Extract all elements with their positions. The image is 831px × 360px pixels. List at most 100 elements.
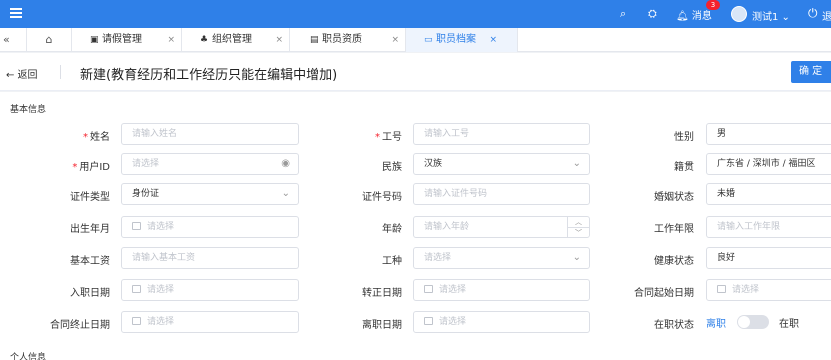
contract-start-picker[interactable]: 请选择 [706,279,831,301]
health-label: 健康状态 [654,256,694,267]
base-salary-input[interactable]: 请输入基本工资 [121,247,299,269]
age-stepper[interactable]: ︿ ﹀ [567,217,589,237]
leave-date-placeholder: 请选择 [439,317,467,327]
exit-label[interactable]: 退 [822,8,831,23]
name-label: * 姓名 [83,132,110,143]
page-header: ← 返回 新建(教育经历和工作经历只能在编辑中增加) 确 定 [0,53,831,91]
marital-label: 婚姻状态 [654,192,694,203]
regular-date-placeholder: 请选择 [439,285,467,295]
user-id-label: * 用户ID [72,162,110,173]
contract-start-label: 合同起始日期 [634,288,694,299]
work-years-input[interactable]: 请输入工作年限 [706,216,831,238]
form-panel: 基本信息 * 姓名 请输入姓名 * 工号 请输入工号 性别 男 * 用户ID 请选择 ◉… [0,92,831,360]
increment-icon[interactable]: ︿ [568,217,589,227]
name-input[interactable]: 请输入姓名 [121,123,299,145]
job-type-placeholder: 请选择 [424,253,452,263]
divider [60,65,61,79]
regular-date-picker[interactable]: 请选择 [413,279,590,301]
gender-select[interactable]: 男 [706,123,831,145]
birth-month-label: 出生年月 [70,224,110,235]
native-place-cascader[interactable]: 广东省 / 深圳市 / 福田区 [706,153,831,175]
tab-icon: ▭ [424,35,433,45]
back-button[interactable]: ← 返回 [6,66,38,81]
native-place-label: 籍贯 [674,162,694,173]
marital-select[interactable]: 未婚 [706,183,831,205]
id-no-label: 证件号码 [362,192,402,203]
toggle-knob [738,316,750,328]
user-name: 测试1 [752,12,779,23]
section-title-personal: 个人信息 [10,353,47,360]
gender-label: 性别 [674,132,694,143]
confirm-button[interactable]: 确 定 [791,61,831,83]
user-id-placeholder: 请选择 [132,159,160,169]
status-label: 在职状态 [654,320,694,331]
close-icon[interactable]: × [167,28,175,52]
calendar-icon [717,285,726,293]
status-off-label[interactable]: 离职 [706,315,726,330]
ethnicity-label: 民族 [382,162,402,173]
theme-icon[interactable]: ⛭ [648,7,657,21]
tab-icon: ♣ [200,35,209,45]
chevron-down-icon: ⌄ [572,158,581,169]
entry-date-picker[interactable]: 请选择 [121,279,299,301]
birth-month-placeholder: 请选择 [147,222,175,232]
id-type-select[interactable]: 身份证 ⌄ [121,183,299,205]
regular-date-label: 转正日期 [362,288,402,299]
employment-status-toggle[interactable] [737,315,769,329]
message-count-badge: 3 [706,0,720,10]
calendar-icon [132,222,141,230]
eye-icon[interactable]: ◉ [281,154,290,174]
tab-staff-qualification[interactable]: ▤ 职员资质 × [290,28,406,52]
close-icon[interactable]: × [391,28,399,52]
age-label: 年龄 [382,224,402,235]
leave-date-label: 离职日期 [362,320,402,331]
id-type-value: 身份证 [132,189,160,199]
chevron-down-icon: ⌄ [281,188,290,199]
message-button[interactable]: 🔔︎ 消息 [676,7,712,22]
job-no-input[interactable]: 请输入工号 [413,123,590,145]
calendar-icon [132,317,141,325]
user-id-input[interactable]: 请选择 ◉ [121,153,299,175]
page-title: 新建(教育经历和工作经历只能在编辑中增加) [80,68,338,83]
calendar-icon [424,285,433,293]
tab-leave-management[interactable]: ▣ 请假管理 × [72,28,182,52]
decrement-icon[interactable]: ﹀ [568,227,589,237]
home-icon[interactable]: ⌂ [26,28,72,52]
menu-icon[interactable] [10,8,22,19]
job-no-label: * 工号 [375,132,402,143]
contract-end-picker[interactable]: 请选择 [121,311,299,333]
tab-bar: « ⌂ ▣ 请假管理 × ♣ 组织管理 × ▤ 职员资质 × ▭ 职员档案 × [0,28,831,52]
job-type-select[interactable]: 请选择 ⌄ [413,247,590,269]
user-menu[interactable]: 测试1 ⌄ [752,8,790,23]
birth-month-picker[interactable]: 请选择 [121,216,299,238]
calendar-icon [132,285,141,293]
calendar-icon [424,317,433,325]
contract-end-placeholder: 请选择 [147,317,175,327]
age-input[interactable]: 请输入年龄 ︿ ﹀ [413,216,590,238]
close-icon[interactable]: × [489,28,497,52]
contract-end-label: 合同终止日期 [50,320,110,331]
id-no-input[interactable]: 请输入证件号码 [413,183,590,205]
avatar[interactable] [731,6,747,22]
base-salary-label: 基本工资 [70,256,110,267]
tab-icon: ▣ [90,35,99,45]
leave-date-picker[interactable]: 请选择 [413,311,590,333]
section-title-basic: 基本信息 [10,105,47,115]
search-icon[interactable]: ⌕ [620,7,626,21]
ethnicity-select[interactable]: 汉族 ⌄ [413,153,590,175]
tab-staff-archive[interactable]: ▭ 职员档案 × [406,28,518,52]
health-select[interactable]: 良好 [706,247,831,269]
collapse-icon[interactable]: « [3,33,10,46]
entry-date-label: 入职日期 [70,288,110,299]
age-placeholder: 请输入年龄 [424,222,470,232]
top-bar: ⌕ ⛭ 🔔︎ 消息 3 测试1 ⌄ ⏻ 退 [0,0,831,28]
status-on-label[interactable]: 在职 [779,315,799,330]
job-type-label: 工种 [382,256,402,267]
close-icon[interactable]: × [275,28,283,52]
tab-icon: ▤ [310,35,319,45]
entry-date-placeholder: 请选择 [147,285,175,295]
contract-start-placeholder: 请选择 [732,285,760,295]
id-type-label: 证件类型 [70,192,110,203]
tab-org-management[interactable]: ♣ 组织管理 × [182,28,290,52]
power-icon[interactable]: ⏻ [808,6,818,21]
